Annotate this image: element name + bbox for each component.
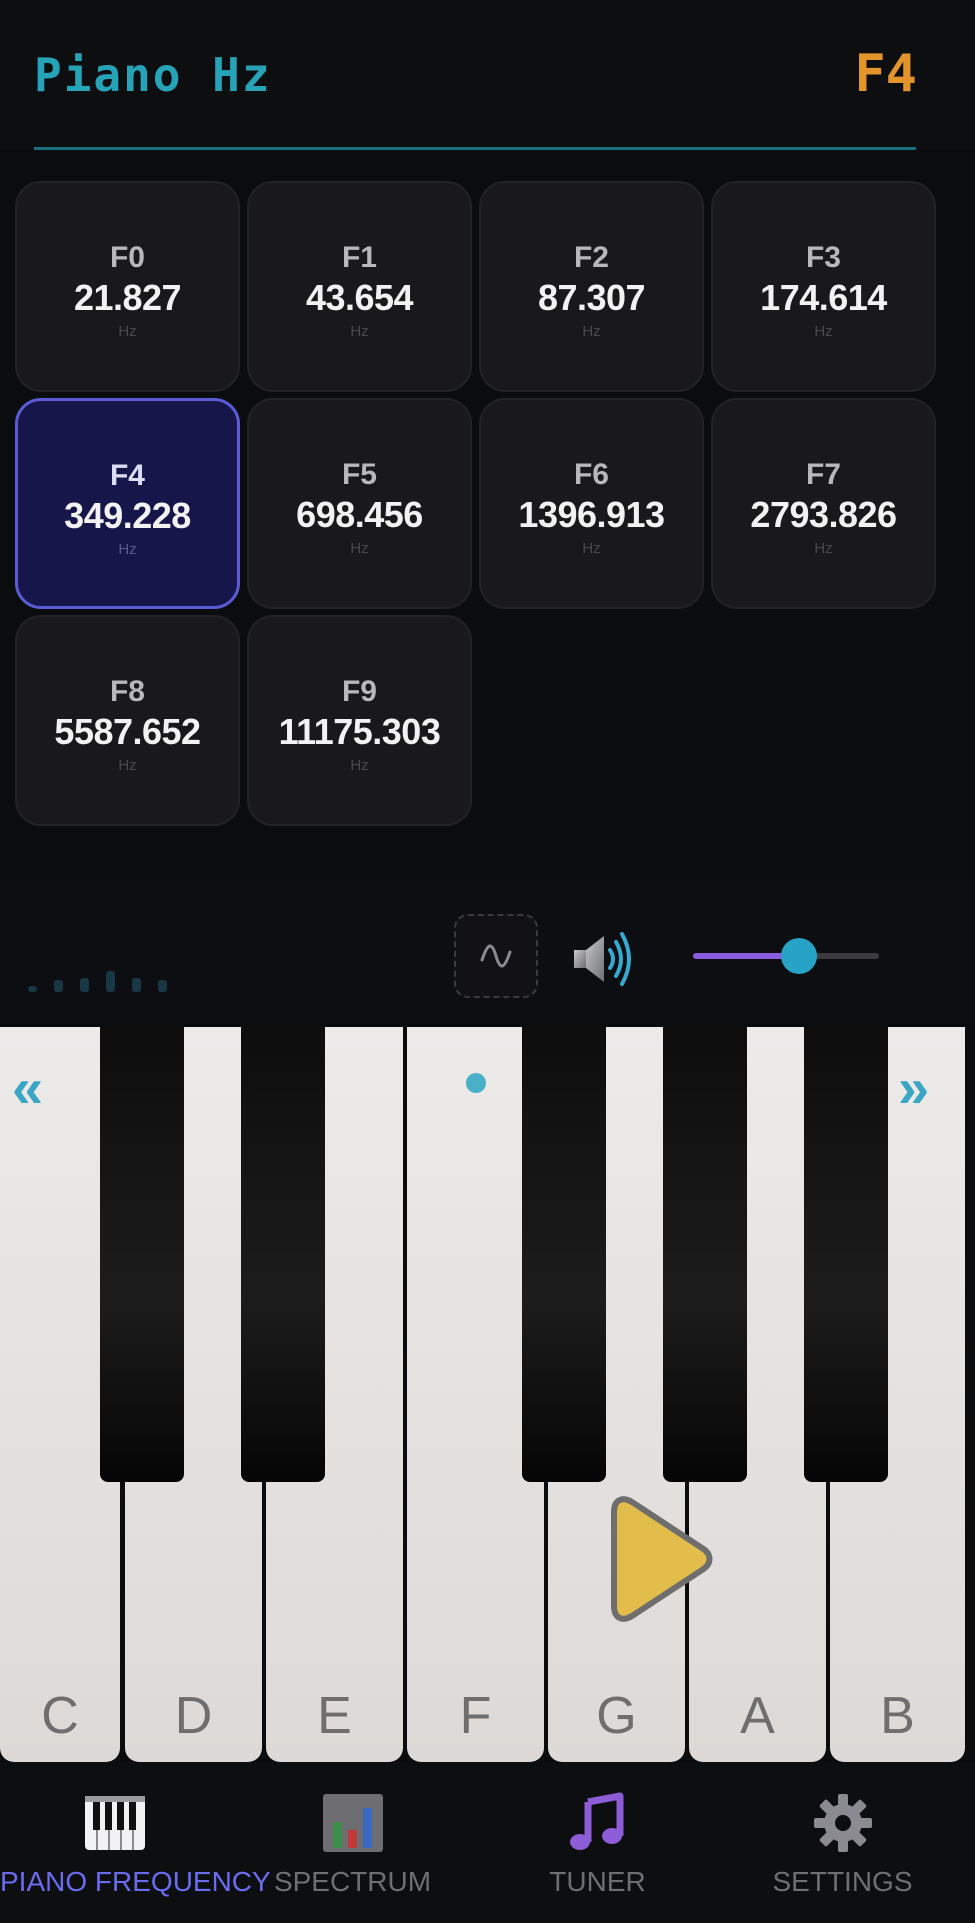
frequency-cell-f8[interactable]: F8 5587.652 Hz	[15, 615, 240, 826]
cell-unit: Hz	[350, 757, 369, 774]
key-label: E	[317, 1687, 352, 1745]
key-label: D	[174, 1687, 213, 1745]
cell-unit: Hz	[814, 323, 833, 340]
cell-note: F0	[109, 241, 145, 274]
frequency-cell-f0[interactable]: F0 21.827 Hz	[15, 181, 240, 392]
nav-label: SETTINGS	[772, 1866, 913, 1897]
cell-note: F7	[805, 458, 841, 491]
nav-label: SPECTRUM	[273, 1866, 432, 1897]
piano-icon	[85, 1796, 145, 1850]
cell-note: F8	[109, 675, 145, 708]
cell-unit: Hz	[118, 541, 137, 558]
black-key-f-sharp[interactable]	[522, 1027, 606, 1482]
black-key-c-sharp[interactable]	[100, 1027, 184, 1482]
next-octave-button[interactable]: »	[898, 1055, 929, 1120]
prev-octave-button[interactable]: «	[12, 1055, 43, 1120]
sine-wave-icon	[480, 944, 512, 968]
cell-frequency: 349.228	[64, 495, 191, 536]
nav-label: TUNER	[549, 1866, 646, 1897]
cell-frequency: 11175.303	[278, 711, 441, 752]
piano-keyboard: C D E F G A B	[0, 1027, 965, 1762]
frequency-cell-f4[interactable]: F4 349.228 Hz	[15, 398, 240, 609]
cell-note: F3	[805, 241, 841, 274]
key-label: C	[41, 1687, 79, 1745]
frequency-cell-f9[interactable]: F9 11175.303 Hz	[247, 615, 472, 826]
cell-note: F9	[341, 675, 377, 708]
app-header: Piano Hz F4	[0, 0, 975, 150]
sine-wave-button[interactable]	[454, 914, 538, 998]
black-key-a-sharp[interactable]	[804, 1027, 888, 1482]
cell-frequency: 2793.826	[750, 494, 897, 535]
cell-note: F4	[109, 459, 145, 492]
nav-label: PIANO FREQUENCY	[0, 1866, 271, 1897]
nav-piano-frequency[interactable]: PIANO FREQUENCY	[0, 1762, 271, 1923]
frequency-cell-f1[interactable]: F1 43.654 Hz	[247, 181, 472, 392]
frequency-cell-f5[interactable]: F5 698.456 Hz	[247, 398, 472, 609]
key-label: F	[459, 1687, 492, 1745]
bottom-navigation: PIANO FREQUENCY SPECTRUM TUNER SETTINGS	[0, 1762, 975, 1923]
volume-slider[interactable]	[693, 938, 879, 974]
cell-frequency: 1396.913	[518, 494, 665, 535]
current-note: F4	[854, 44, 917, 104]
speaker-icon[interactable]	[570, 928, 634, 988]
cell-frequency: 21.827	[73, 277, 182, 318]
cell-frequency: 5587.652	[54, 711, 201, 752]
volume-slider-knob[interactable]	[781, 938, 818, 974]
nav-settings[interactable]: SETTINGS	[745, 1762, 940, 1923]
frequency-cell-f7[interactable]: F7 2793.826 Hz	[711, 398, 936, 609]
cell-note: F2	[573, 241, 609, 274]
nav-spectrum[interactable]: SPECTRUM	[255, 1762, 450, 1923]
cell-unit: Hz	[350, 540, 369, 557]
cell-note: F1	[341, 241, 377, 274]
cell-unit: Hz	[118, 323, 137, 340]
music-note-icon	[569, 1792, 623, 1850]
cell-unit: Hz	[118, 757, 137, 774]
active-key-marker	[466, 1073, 486, 1093]
cell-frequency: 174.614	[760, 277, 887, 318]
frequency-cell-f6[interactable]: F6 1396.913 Hz	[479, 398, 704, 609]
black-key-g-sharp[interactable]	[663, 1027, 747, 1482]
black-key-d-sharp[interactable]	[241, 1027, 325, 1482]
cell-note: F5	[341, 458, 377, 491]
cell-unit: Hz	[582, 540, 601, 557]
cell-frequency: 87.307	[537, 277, 646, 318]
gear-icon	[813, 1794, 872, 1852]
app-title: Piano Hz	[34, 48, 272, 102]
nav-tuner[interactable]: TUNER	[500, 1762, 695, 1923]
cell-frequency: 43.654	[305, 277, 414, 318]
cell-unit: Hz	[814, 540, 833, 557]
header-divider	[34, 147, 916, 150]
key-label: A	[740, 1687, 775, 1745]
key-label: B	[880, 1687, 915, 1745]
frequency-cell-f2[interactable]: F2 87.307 Hz	[479, 181, 704, 392]
frequency-cell-f3[interactable]: F3 174.614 Hz	[711, 181, 936, 392]
cell-note: F6	[573, 458, 609, 491]
pointer-cursor-icon	[611, 1496, 713, 1622]
cell-unit: Hz	[350, 323, 369, 340]
bar-chart-icon	[322, 1794, 383, 1852]
frequency-grid: F0 21.827 Hz F1 43.654 Hz F2 87.307 Hz F…	[15, 181, 936, 827]
key-label: G	[596, 1687, 637, 1745]
cell-frequency: 698.456	[296, 494, 423, 535]
cell-unit: Hz	[582, 323, 601, 340]
